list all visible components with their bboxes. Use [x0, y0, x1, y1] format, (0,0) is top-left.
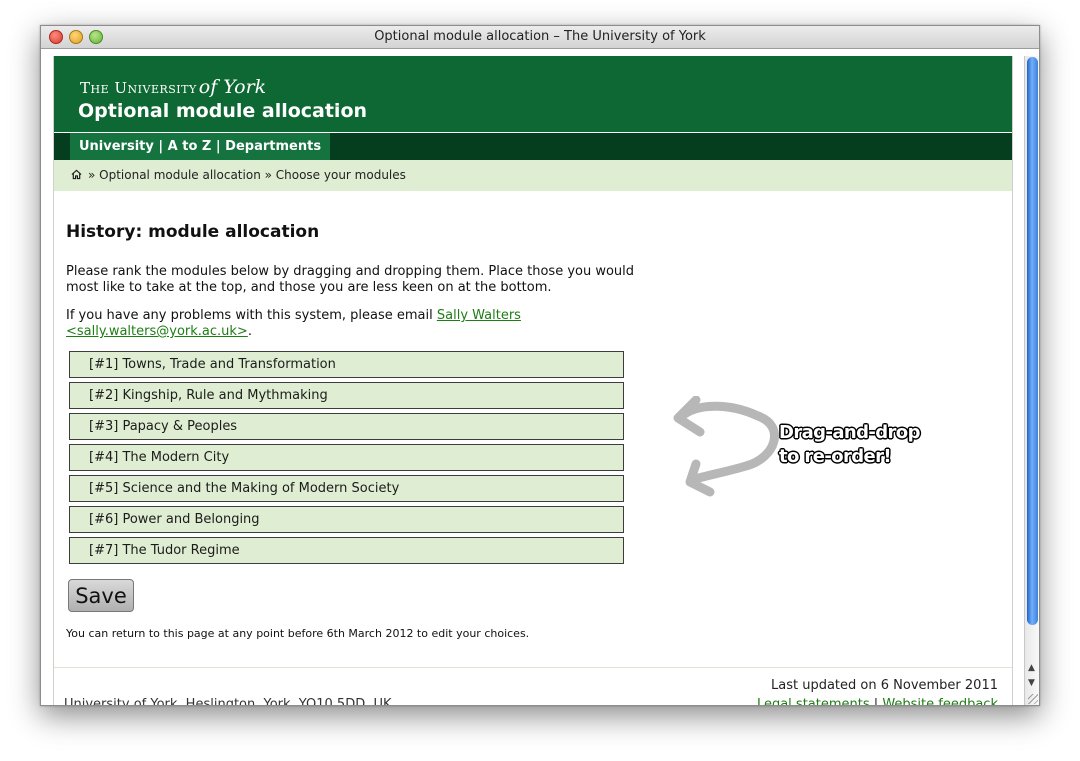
vertical-scrollbar[interactable]: ▲ ▼	[1024, 56, 1039, 705]
last-updated: Last updated on 6 November 2011	[771, 678, 998, 693]
logo-of-york: of York	[198, 76, 267, 98]
page-viewport: The University of York Optional module al…	[53, 56, 1013, 706]
nav-departments-link[interactable]: Departments	[225, 133, 321, 160]
return-note: You can return to this page at any point…	[66, 627, 530, 640]
module-item[interactable]: [#6] Power and Belonging	[69, 506, 624, 533]
breadcrumb: » Optional module allocation » Choose yo…	[54, 160, 1012, 191]
footer-separator: |	[873, 697, 879, 706]
university-logo[interactable]: The University of York	[80, 76, 266, 98]
zoom-window-button[interactable]	[89, 30, 103, 44]
legal-statements-link[interactable]: Legal statements	[757, 697, 870, 705]
instructions-text: Please rank the modules below by draggin…	[66, 264, 635, 295]
title-bar: Optional module allocation – The Univers…	[41, 26, 1039, 49]
breadcrumb-text[interactable]: » Optional module allocation » Choose yo…	[88, 160, 406, 191]
module-item[interactable]: [#4] The Modern City	[69, 444, 624, 471]
contact-text: If you have any problems with this syste…	[66, 308, 666, 340]
module-ranking-list: [#1] Towns, Trade and Transformation [#2…	[69, 351, 624, 568]
home-icon[interactable]	[71, 169, 82, 180]
contact-prefix: If you have any problems with this syste…	[66, 308, 437, 323]
top-nav: University | A to Z | Departments	[54, 133, 1012, 160]
module-item[interactable]: [#3] Papacy & Peoples	[69, 413, 624, 440]
module-item[interactable]: [#7] The Tudor Regime	[69, 537, 624, 564]
module-item[interactable]: [#2] Kingship, Rule and Mythmaking	[69, 382, 624, 409]
site-title[interactable]: Optional module allocation	[78, 100, 367, 122]
window-title: Optional module allocation – The Univers…	[374, 29, 706, 44]
nav-separator: |	[158, 139, 164, 154]
scroll-down-arrow-icon[interactable]: ▼	[1028, 678, 1035, 688]
footer-address: University of York, Heslington, York, YO…	[64, 697, 392, 706]
contact-suffix: .	[247, 324, 252, 339]
module-item[interactable]: [#5] Science and the Making of Modern So…	[69, 475, 624, 502]
scroll-up-arrow-icon[interactable]: ▲	[1028, 663, 1035, 673]
footer-links: Legal statements | Website feedback	[757, 697, 998, 706]
scroll-thumb[interactable]	[1027, 57, 1038, 625]
module-item[interactable]: [#1] Towns, Trade and Transformation	[69, 351, 624, 378]
nav-university-link[interactable]: University	[79, 133, 154, 160]
logo-text: The University	[80, 79, 197, 97]
close-window-button[interactable]	[49, 30, 63, 44]
browser-window: Optional module allocation – The Univers…	[40, 25, 1040, 706]
website-feedback-link[interactable]: Website feedback	[882, 697, 998, 705]
save-button[interactable]: Save	[68, 579, 134, 612]
drag-hint-text: Drag-and-drop to re-order!	[779, 421, 920, 469]
nav-separator: |	[215, 139, 221, 154]
minimize-window-button[interactable]	[69, 30, 83, 44]
drag-hint-line2: to re-order!	[779, 446, 892, 467]
page-heading: History: module allocation	[66, 222, 320, 242]
nav-links: University | A to Z | Departments	[70, 133, 331, 160]
nav-a-to-z-link[interactable]: A to Z	[168, 133, 212, 160]
resize-grip[interactable]	[1028, 694, 1038, 704]
drag-hint: Drag-and-drop to re-order!	[666, 395, 966, 506]
curved-arrow-icon	[673, 395, 779, 497]
footer-divider	[54, 667, 1012, 668]
drag-hint-line1: Drag-and-drop	[779, 422, 920, 443]
masthead: The University of York Optional module al…	[54, 56, 1012, 132]
